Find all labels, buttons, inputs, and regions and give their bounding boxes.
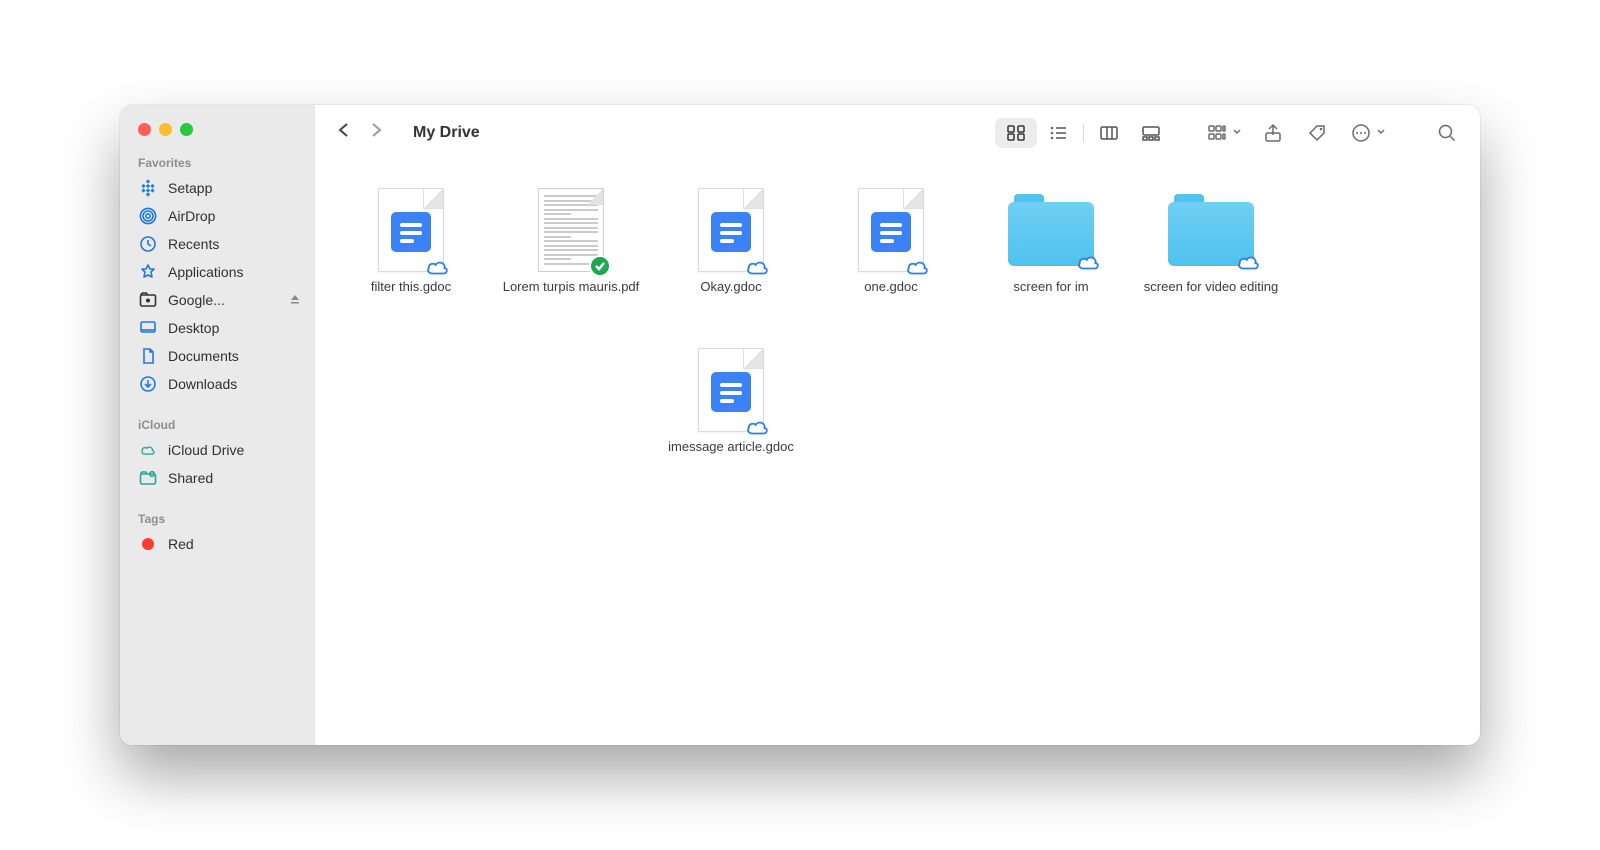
cloud-icon — [138, 441, 158, 459]
sidebar-section-icloud: iCloud — [120, 412, 315, 436]
downloads-icon — [138, 375, 158, 393]
sidebar-item-tag-red[interactable]: Red — [120, 530, 315, 558]
pdf-thumbnail — [538, 188, 604, 272]
finder-window: Favorites Setapp — [120, 105, 1480, 745]
cloud-badge-icon — [1236, 252, 1262, 272]
sidebar-section-tags: Tags — [120, 506, 315, 530]
gdoc-thumbnail — [378, 188, 444, 272]
file-label: screen for video editing — [1144, 279, 1278, 296]
forward-button[interactable] — [367, 121, 385, 144]
toolbar: My Drive — [315, 105, 1480, 161]
sidebar-item-applications[interactable]: Applications — [120, 258, 315, 286]
file-grid[interactable]: filter this.gdoc Lorem turpis mauris.pdf O… — [315, 161, 1480, 745]
document-icon — [138, 347, 158, 365]
view-gallery-button[interactable] — [1130, 118, 1172, 148]
close-window-button[interactable] — [138, 123, 151, 136]
chevron-down-icon — [1232, 124, 1242, 142]
sidebar-section-favorites: Favorites — [120, 150, 315, 174]
sidebar-item-airdrop[interactable]: AirDrop — [120, 202, 315, 230]
sidebar-item-recents[interactable]: Recents — [120, 230, 315, 258]
tag-dot-red-icon — [138, 535, 158, 553]
back-button[interactable] — [335, 121, 353, 144]
file-label: one.gdoc — [864, 279, 918, 296]
file-item[interactable]: filter this.gdoc — [331, 183, 491, 343]
sidebar-item-documents[interactable]: Documents — [120, 342, 315, 370]
toolbar-separator — [1083, 124, 1084, 142]
sidebar: Favorites Setapp — [120, 105, 315, 745]
sidebar-item-label: Desktop — [168, 320, 219, 336]
folder-thumbnail — [1168, 194, 1254, 266]
cloud-badge-icon — [905, 257, 931, 277]
cloud-badge-icon — [1076, 252, 1102, 272]
group-by-button[interactable] — [1204, 120, 1242, 146]
more-actions-button[interactable] — [1348, 120, 1386, 146]
sidebar-item-label: Downloads — [168, 376, 237, 392]
zoom-window-button[interactable] — [180, 123, 193, 136]
sidebar-item-label: Applications — [168, 264, 244, 280]
eject-icon[interactable] — [289, 293, 301, 308]
main-pane: My Drive — [315, 105, 1480, 745]
applications-icon — [138, 263, 158, 281]
file-item[interactable]: one.gdoc — [811, 183, 971, 343]
search-icon — [1434, 120, 1460, 146]
cloud-badge-icon — [745, 257, 771, 277]
toolbar-actions — [1204, 120, 1386, 146]
sidebar-item-label: AirDrop — [168, 208, 215, 224]
sidebar-item-label: Documents — [168, 348, 239, 364]
desktop-icon — [138, 319, 158, 337]
view-mode-group — [995, 118, 1172, 148]
file-item[interactable]: Lorem turpis mauris.pdf — [491, 183, 651, 343]
shared-folder-icon — [138, 469, 158, 487]
drive-folder-icon — [138, 291, 158, 309]
file-item[interactable]: Okay.gdoc — [651, 183, 811, 343]
sidebar-item-label: Recents — [168, 236, 219, 252]
location-title: My Drive — [399, 124, 480, 142]
cloud-badge-icon — [745, 417, 771, 437]
gdoc-thumbnail — [698, 348, 764, 432]
sidebar-item-label: iCloud Drive — [168, 442, 244, 458]
cloud-badge-icon — [425, 257, 451, 277]
view-list-button[interactable] — [1037, 118, 1079, 148]
gdoc-thumbnail — [858, 188, 924, 272]
chevron-down-icon — [1376, 124, 1386, 142]
clock-icon — [138, 235, 158, 253]
sidebar-item-icloud-drive[interactable]: iCloud Drive — [120, 436, 315, 464]
minimize-window-button[interactable] — [159, 123, 172, 136]
file-label: Okay.gdoc — [700, 279, 761, 296]
sidebar-item-desktop[interactable]: Desktop — [120, 314, 315, 342]
file-item[interactable]: imessage article.gdoc — [651, 343, 811, 503]
sidebar-item-label: Red — [168, 536, 194, 552]
view-icons-button[interactable] — [995, 118, 1037, 148]
sidebar-item-label: Google... — [168, 292, 225, 308]
tags-button[interactable] — [1304, 120, 1330, 146]
airdrop-icon — [138, 207, 158, 225]
share-button[interactable] — [1260, 120, 1286, 146]
window-controls — [120, 123, 315, 150]
sidebar-item-label: Shared — [168, 470, 213, 486]
sidebar-item-label: Setapp — [168, 180, 212, 196]
sidebar-item-shared[interactable]: Shared — [120, 464, 315, 492]
synced-badge-icon — [589, 255, 611, 277]
sidebar-item-downloads[interactable]: Downloads — [120, 370, 315, 398]
file-label: Lorem turpis mauris.pdf — [503, 279, 640, 296]
file-item[interactable]: screen for im — [971, 183, 1131, 343]
file-label: screen for im — [1013, 279, 1088, 296]
file-item[interactable]: screen for video editing — [1131, 183, 1291, 343]
setapp-icon — [138, 179, 158, 197]
file-label: imessage article.gdoc — [668, 439, 794, 456]
gdoc-thumbnail — [698, 188, 764, 272]
folder-thumbnail — [1008, 194, 1094, 266]
file-label: filter this.gdoc — [371, 279, 451, 296]
search-button[interactable] — [1434, 120, 1460, 146]
view-columns-button[interactable] — [1088, 118, 1130, 148]
sidebar-item-google[interactable]: Google... — [120, 286, 315, 314]
nav-arrows — [329, 121, 391, 144]
sidebar-item-setapp[interactable]: Setapp — [120, 174, 315, 202]
